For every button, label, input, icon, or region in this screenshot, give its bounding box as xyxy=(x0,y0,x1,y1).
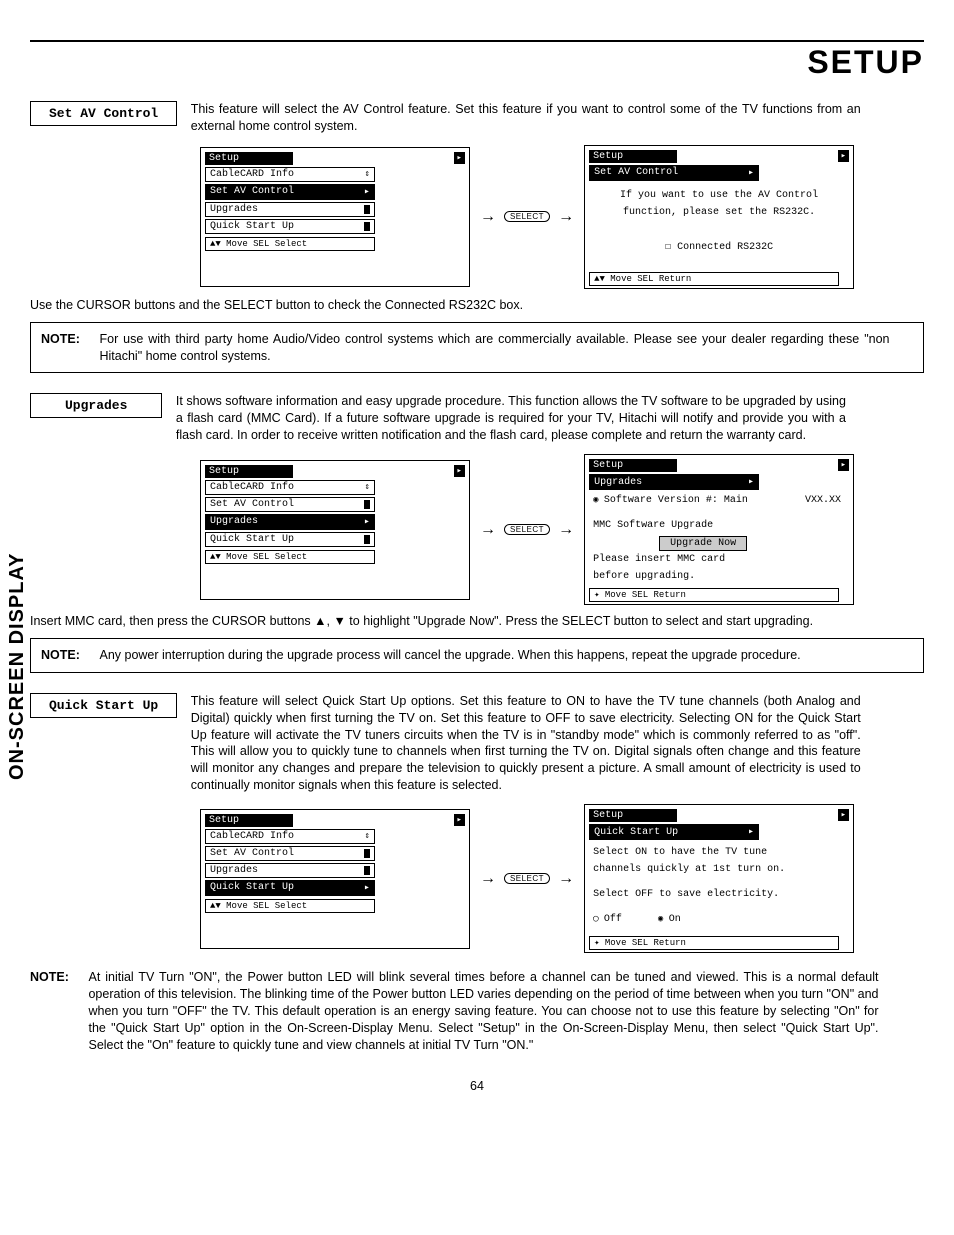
av-box-label: Set AV Control xyxy=(30,101,177,126)
av-desc: This feature will select the AV Control … xyxy=(191,101,861,135)
av-osd-right: Setup ▸ Set AV Control▸ If you want to us… xyxy=(584,145,854,289)
osd-msg: MMC Software Upgrade xyxy=(589,517,849,534)
chapter-title: SETUP xyxy=(30,44,924,81)
off-radio[interactable]: Off xyxy=(593,914,622,925)
qs-osd-right: Setup ▸ Quick Start Up▸ Select ON to have… xyxy=(584,804,854,953)
sidebar-label: ON-SCREEN DISPLAY xyxy=(6,553,29,780)
osd-title: Setup xyxy=(589,459,677,472)
osd-title: Setup xyxy=(205,465,293,478)
quickstart-radio-group[interactable]: Off On xyxy=(589,911,849,928)
osd-hint: ▲▼ Move SEL Select xyxy=(205,550,375,564)
menu-item[interactable]: Set AV Control xyxy=(205,497,375,512)
osd-hint: ▲▼ Move SEL Select xyxy=(205,237,375,251)
osd-msg: If you want to use the AV Control xyxy=(589,187,849,204)
osd-msg: Select ON to have the TV tune xyxy=(589,844,849,861)
chevron-right-icon: ▸ xyxy=(838,150,849,162)
note-label: NOTE: xyxy=(41,331,96,348)
qs-note: NOTE: At initial TV Turn "ON", the Power… xyxy=(30,961,924,1061)
rs232c-checkbox[interactable]: Connected RS232C xyxy=(589,239,849,256)
menu-item[interactable]: Quick Start Up▸ xyxy=(205,880,375,896)
osd-hint: ✦ Move SEL Return xyxy=(589,936,839,950)
arrow-right-icon: → xyxy=(558,208,574,226)
upgrade-now-button[interactable]: Upgrade Now xyxy=(659,536,747,551)
up-note: NOTE: Any power interruption during the … xyxy=(30,638,924,673)
quickstart-desc: This feature will select Quick Start Up … xyxy=(191,693,861,794)
osd-hint: ✦ Move SEL Return xyxy=(589,588,839,602)
note-label: NOTE: xyxy=(41,647,96,664)
arrow-right-icon: → xyxy=(480,208,496,226)
osd-title: Setup xyxy=(205,814,293,827)
menu-subtitle: Set AV Control▸ xyxy=(589,165,759,181)
chevron-right-icon: ▸ xyxy=(454,814,465,826)
note-text: Any power interruption during the upgrad… xyxy=(99,647,889,664)
menu-item[interactable]: CableCARD Info⇕ xyxy=(205,829,375,844)
osd-hint: ▲▼ Move SEL Return xyxy=(589,272,839,286)
osd-title: Setup xyxy=(205,152,293,165)
menu-item[interactable]: Upgrades▸ xyxy=(205,514,375,530)
up-osd-left: Setup ▸ CableCARD Info⇕ Set AV Control Up… xyxy=(200,460,470,600)
up-after-text: Insert MMC card, then press the CURSOR b… xyxy=(30,613,924,630)
arrow-right-icon: → xyxy=(558,521,574,539)
chevron-right-icon: ▸ xyxy=(454,152,465,164)
av-osd-left: Setup ▸ CableCARD Info⇕ Set AV Control▸ U… xyxy=(200,147,470,287)
osd-title: Setup xyxy=(589,809,677,822)
upgrades-desc: It shows software information and easy u… xyxy=(176,393,846,444)
chevron-right-icon: ▸ xyxy=(838,459,849,471)
note-text: For use with third party home Audio/Vide… xyxy=(99,331,889,365)
arrow-chain: → SELECT → xyxy=(480,870,574,888)
up-osd-right: Setup ▸ Upgrades▸ Software Version #: Mai… xyxy=(584,454,854,605)
menu-item[interactable]: Quick Start Up xyxy=(205,219,375,234)
menu-subtitle: Upgrades▸ xyxy=(589,474,759,490)
osd-msg: before upgrading. xyxy=(589,568,849,585)
menu-item[interactable]: Quick Start Up xyxy=(205,532,375,547)
menu-item[interactable]: Set AV Control▸ xyxy=(205,184,375,200)
note-text: At initial TV Turn "ON", the Power butto… xyxy=(88,969,878,1053)
software-version-row: Software Version #: MainVXX.XX xyxy=(589,492,849,509)
av-note: NOTE: For use with third party home Audi… xyxy=(30,322,924,374)
quickstart-box-label: Quick Start Up xyxy=(30,693,177,718)
select-button-icon: SELECT xyxy=(504,873,550,884)
menu-item[interactable]: CableCARD Info⇕ xyxy=(205,480,375,495)
osd-msg: Please insert MMC card xyxy=(589,551,849,568)
arrow-right-icon: → xyxy=(480,870,496,888)
arrow-chain: → SELECT → xyxy=(480,521,574,539)
arrow-right-icon: → xyxy=(480,521,496,539)
menu-subtitle: Quick Start Up▸ xyxy=(589,824,759,840)
arrow-right-icon: → xyxy=(558,870,574,888)
menu-item[interactable]: Upgrades xyxy=(205,863,375,878)
osd-title: Setup xyxy=(589,150,677,163)
upgrades-box-label: Upgrades xyxy=(30,393,162,418)
on-radio[interactable]: On xyxy=(658,914,681,925)
menu-item[interactable]: CableCARD Info⇕ xyxy=(205,167,375,182)
chevron-right-icon: ▸ xyxy=(838,809,849,821)
note-label: NOTE: xyxy=(30,969,85,986)
select-button-icon: SELECT xyxy=(504,211,550,222)
page-number: 64 xyxy=(30,1079,924,1093)
av-after-text: Use the CURSOR buttons and the SELECT bu… xyxy=(30,297,924,314)
osd-msg: Select OFF to save electricity. xyxy=(589,886,849,903)
menu-item[interactable]: Upgrades xyxy=(205,202,375,217)
chevron-right-icon: ▸ xyxy=(454,465,465,477)
arrow-chain: → SELECT → xyxy=(480,208,574,226)
osd-hint: ▲▼ Move SEL Select xyxy=(205,899,375,913)
osd-msg: channels quickly at 1st turn on. xyxy=(589,861,849,878)
menu-item[interactable]: Set AV Control xyxy=(205,846,375,861)
qs-osd-left: Setup ▸ CableCARD Info⇕ Set AV Control Up… xyxy=(200,809,470,949)
osd-msg: function, please set the RS232C. xyxy=(589,204,849,221)
select-button-icon: SELECT xyxy=(504,524,550,535)
